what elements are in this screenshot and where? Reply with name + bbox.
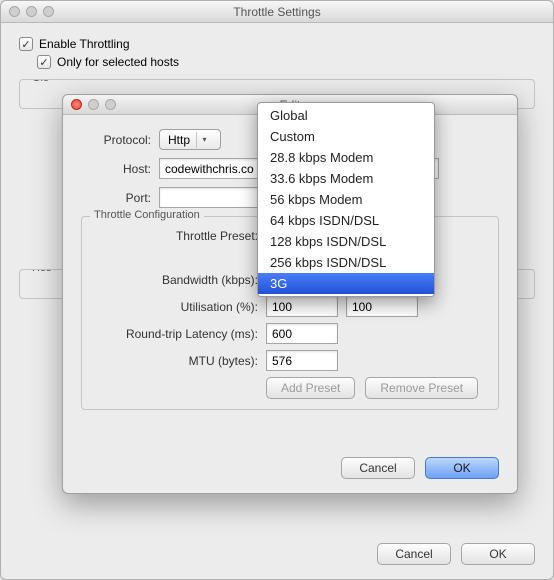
- latency-row: Round-trip Latency (ms):: [94, 323, 486, 344]
- latency-label: Round-trip Latency (ms):: [94, 327, 258, 341]
- traffic-lights: [1, 6, 54, 17]
- preset-option-global[interactable]: Global: [258, 105, 434, 126]
- sheet-cancel-button[interactable]: Cancel: [341, 457, 415, 479]
- main-titlebar: Throttle Settings: [1, 1, 553, 23]
- mtu-input[interactable]: [266, 350, 338, 371]
- main-ok-button[interactable]: OK: [461, 543, 535, 565]
- zoom-icon[interactable]: [105, 99, 116, 110]
- preset-option-64[interactable]: 64 kbps ISDN/DSL: [258, 210, 434, 231]
- enable-throttling-checkbox[interactable]: ✓: [19, 37, 33, 51]
- mtu-label: MTU (bytes):: [94, 354, 258, 368]
- preset-option-33-6[interactable]: 33.6 kbps Modem: [258, 168, 434, 189]
- preset-option-28-8[interactable]: 28.8 kbps Modem: [258, 147, 434, 168]
- latency-input[interactable]: [266, 323, 338, 344]
- preset-buttons: Add Preset Remove Preset: [266, 377, 486, 399]
- port-label: Port:: [81, 191, 151, 205]
- utilisation-label: Utilisation (%):: [94, 300, 258, 314]
- protocol-select[interactable]: Http ▾: [159, 129, 221, 150]
- close-icon[interactable]: [71, 99, 82, 110]
- sheet-ok-button[interactable]: OK: [425, 457, 499, 479]
- preset-option-56[interactable]: 56 kbps Modem: [258, 189, 434, 210]
- minimize-icon[interactable]: [26, 6, 37, 17]
- preset-option-custom[interactable]: Custom: [258, 126, 434, 147]
- remove-preset-button[interactable]: Remove Preset: [365, 377, 478, 399]
- only-selected-hosts-label: Only for selected hosts: [57, 55, 179, 69]
- utilisation-row: Utilisation (%):: [94, 296, 486, 317]
- protocol-value: Http: [168, 133, 190, 147]
- main-button-bar: Cancel OK: [377, 543, 535, 565]
- only-selected-hosts-checkbox[interactable]: ✓: [37, 55, 51, 69]
- zoom-icon[interactable]: [43, 6, 54, 17]
- protocol-label: Protocol:: [81, 133, 151, 147]
- port-input[interactable]: [159, 187, 259, 208]
- preset-option-128[interactable]: 128 kbps ISDN/DSL: [258, 231, 434, 252]
- main-cancel-button[interactable]: Cancel: [377, 543, 451, 565]
- sheet-button-bar: Cancel OK: [341, 457, 499, 479]
- close-icon[interactable]: [9, 6, 20, 17]
- preset-label: Throttle Preset:: [94, 229, 258, 243]
- enable-throttling-row: ✓ Enable Throttling: [19, 37, 535, 51]
- minimize-icon[interactable]: [88, 99, 99, 110]
- utilisation-upload-input[interactable]: [346, 296, 418, 317]
- sheet-traffic-lights: [63, 99, 116, 110]
- add-preset-button[interactable]: Add Preset: [266, 377, 355, 399]
- window-title: Throttle Settings: [1, 5, 553, 19]
- hosts-group-label: Hos: [28, 269, 56, 274]
- preset-option-256[interactable]: 256 kbps ISDN/DSL: [258, 252, 434, 273]
- throttle-config-title: Throttle Configuration: [90, 209, 204, 221]
- global-group-label: Glo: [28, 79, 53, 84]
- enable-throttling-label: Enable Throttling: [39, 37, 130, 51]
- preset-option-3g[interactable]: 3G: [258, 273, 434, 294]
- throttle-preset-menu[interactable]: Global Custom 28.8 kbps Modem 33.6 kbps …: [257, 102, 435, 297]
- utilisation-download-input[interactable]: [266, 296, 338, 317]
- only-selected-hosts-row: ✓ Only for selected hosts: [37, 55, 535, 69]
- bandwidth-label: Bandwidth (kbps):: [94, 273, 258, 287]
- host-label: Host:: [81, 162, 151, 176]
- mtu-row: MTU (bytes):: [94, 350, 486, 371]
- chevron-down-icon: ▾: [196, 132, 212, 148]
